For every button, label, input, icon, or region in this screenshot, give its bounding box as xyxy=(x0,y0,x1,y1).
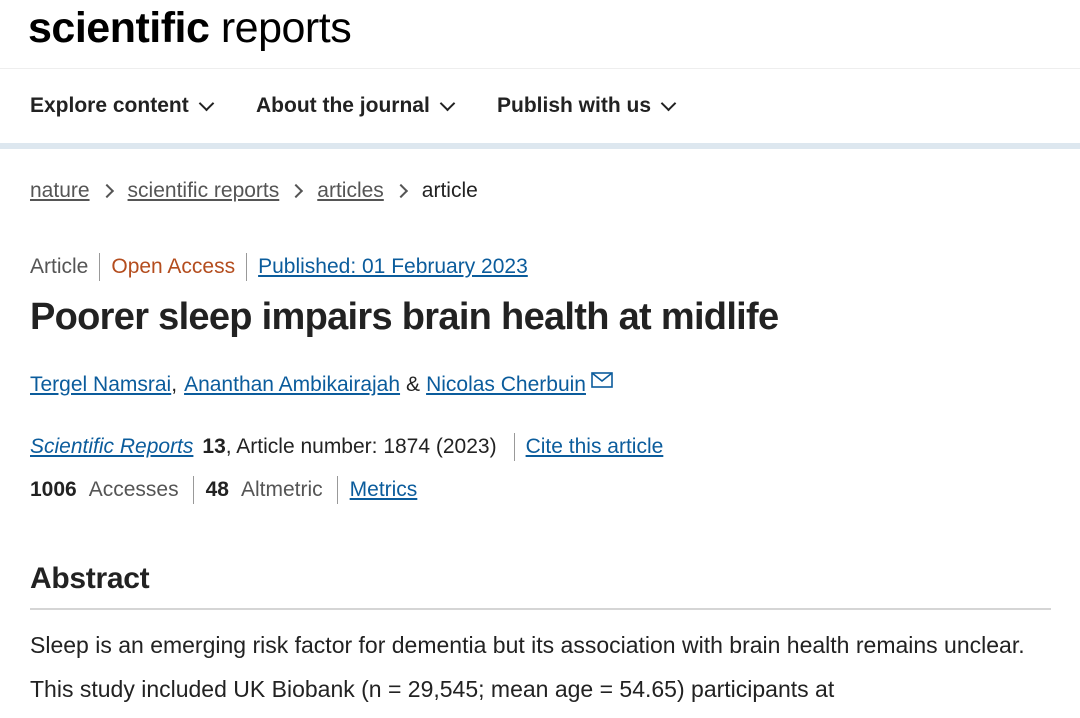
open-access-badge: Open Access xyxy=(111,255,236,278)
abstract-divider xyxy=(30,608,1051,610)
altmetric-label: Altmetric xyxy=(240,478,323,501)
author-separator: , xyxy=(171,373,178,396)
masthead: scientific reports xyxy=(0,0,1080,69)
author-ampersand: & xyxy=(406,373,421,396)
chevron-down-icon xyxy=(198,95,214,111)
volume-number: 13 xyxy=(202,435,226,458)
nav-publish-with-us[interactable]: Publish with us xyxy=(497,69,677,143)
divider xyxy=(336,476,338,504)
breadcrumb-articles[interactable]: articles xyxy=(317,179,384,203)
logo-bold-text: scientific xyxy=(28,4,210,52)
divider xyxy=(192,476,194,504)
nav-explore-content-label: Explore content xyxy=(30,94,189,117)
accesses-count: 1006 xyxy=(30,478,77,501)
nav-about-journal[interactable]: About the journal xyxy=(256,69,456,143)
chevron-right-icon xyxy=(99,183,114,199)
author-list: Tergel Namsrai , Ananthan Ambikairajah &… xyxy=(30,370,613,400)
abstract-text: Sleep is an emerging risk factor for dem… xyxy=(30,632,1025,702)
published-date-link[interactable]: Published: 01 February 2023 xyxy=(258,255,528,279)
main-nav: Explore content About the journal Publis… xyxy=(0,69,1080,149)
nav-about-journal-label: About the journal xyxy=(256,94,430,117)
nav-publish-with-us-label: Publish with us xyxy=(497,94,652,117)
abstract-heading: Abstract xyxy=(30,562,150,595)
article-metrics: 1006 Accesses 48 Altmetric Metrics xyxy=(30,475,417,505)
chevron-down-icon xyxy=(439,95,456,111)
chevron-right-icon xyxy=(289,183,304,199)
divider xyxy=(246,253,248,281)
chevron-right-icon xyxy=(393,183,408,199)
cite-this-article-link[interactable]: Cite this article xyxy=(526,435,664,459)
altmetric-count: 48 xyxy=(205,478,229,501)
logo-light-text: reports xyxy=(220,4,352,52)
breadcrumb: nature scientific reports articles artic… xyxy=(30,176,478,206)
site-logo[interactable]: scientific reports xyxy=(28,2,352,54)
breadcrumb-current: article xyxy=(421,179,478,202)
author-link[interactable]: Ananthan Ambikairajah xyxy=(184,373,400,397)
citation-line: Scientific Reports 13 , Article number: … xyxy=(30,432,663,462)
divider xyxy=(513,433,515,461)
divider xyxy=(99,253,101,281)
article-meta: Article Open Access Published: 01 Februa… xyxy=(30,252,528,282)
article-type: Article xyxy=(30,255,89,278)
breadcrumb-scientific-reports[interactable]: scientific reports xyxy=(128,179,280,203)
mail-icon[interactable] xyxy=(591,370,613,394)
chevron-down-icon xyxy=(660,95,677,111)
accesses-label: Accesses xyxy=(88,478,179,501)
author-link[interactable]: Nicolas Cherbuin xyxy=(426,373,586,397)
nav-explore-content[interactable]: Explore content xyxy=(30,69,214,143)
citation-details: , Article number: 1874 (2023) xyxy=(225,435,497,458)
breadcrumb-nature[interactable]: nature xyxy=(30,179,90,203)
metrics-link[interactable]: Metrics xyxy=(350,478,418,502)
journal-link[interactable]: Scientific Reports xyxy=(30,435,193,459)
article-title: Poorer sleep impairs brain health at mid… xyxy=(30,296,779,338)
author-link[interactable]: Tergel Namsrai xyxy=(30,373,171,397)
